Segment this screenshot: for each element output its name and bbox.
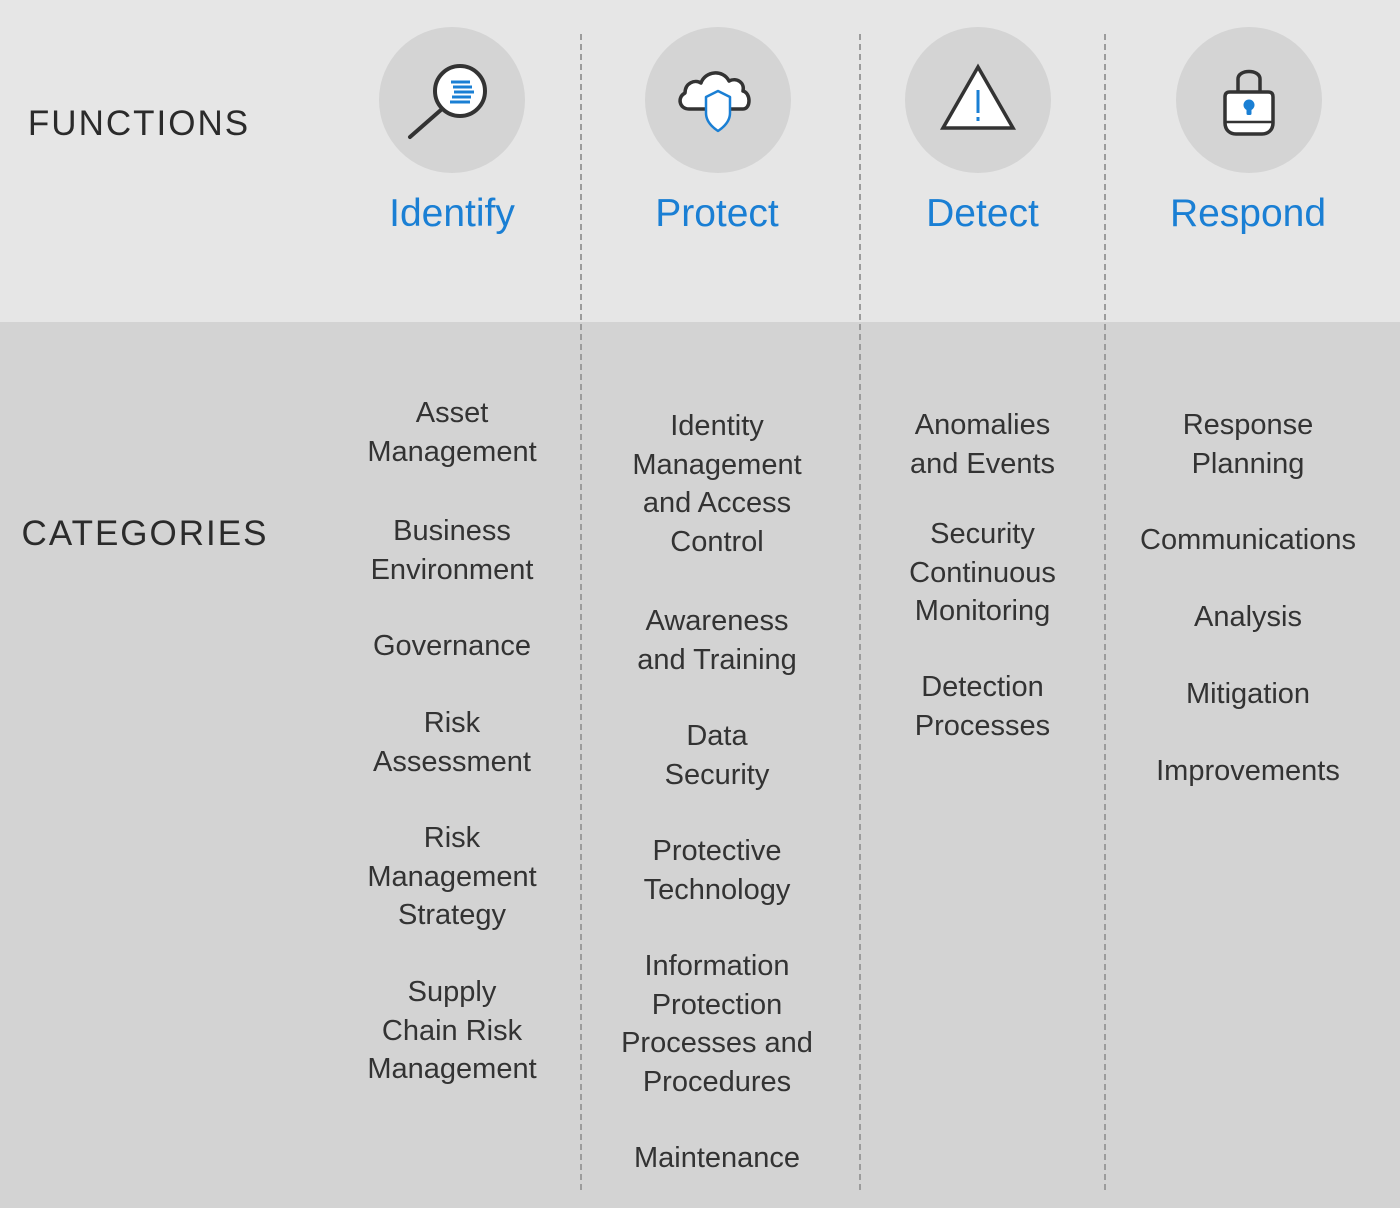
function-column-protect: Protect Identity Management and Access C… bbox=[582, 0, 852, 1208]
icon-circle bbox=[905, 27, 1051, 173]
category-item: Risk Management Strategy bbox=[367, 822, 537, 931]
category-item: Improvements bbox=[1156, 755, 1340, 787]
category-item: Governance bbox=[373, 630, 531, 662]
category-item: Awareness and Training bbox=[637, 605, 797, 676]
category-item: Anomalies and Events bbox=[909, 409, 1056, 480]
function-title-respond: Respond bbox=[1169, 192, 1327, 235]
category-item: Protective Technology bbox=[643, 835, 791, 906]
category-item: Supply Chain Risk Management bbox=[367, 976, 537, 1085]
cloud-shield-icon bbox=[678, 71, 751, 133]
category-item: Communications bbox=[1140, 524, 1356, 556]
categories-row-label: CATEGORIES bbox=[21, 514, 269, 553]
padlock-icon bbox=[1223, 69, 1275, 136]
category-item: Information Protection Processes and Pro… bbox=[621, 950, 813, 1098]
icon-circle bbox=[379, 27, 525, 173]
magnifier-document-icon bbox=[408, 64, 487, 139]
functions-row-label: FUNCTIONS bbox=[27, 104, 251, 143]
category-item: Maintenance bbox=[633, 1142, 801, 1174]
icon-circle bbox=[645, 27, 791, 173]
category-item: Mitigation bbox=[1185, 678, 1311, 710]
category-item: Identity Management and Access Control bbox=[632, 410, 802, 558]
icon-circle bbox=[1176, 27, 1322, 173]
category-item: Analysis bbox=[1194, 601, 1302, 633]
warning-triangle-icon bbox=[939, 63, 1017, 130]
category-item: Risk Assessment bbox=[373, 707, 531, 778]
category-item: Data Security bbox=[664, 720, 770, 791]
function-column-identify: Identify Asset Management Business Envir… bbox=[322, 0, 582, 1208]
function-column-respond: Respond Response Planning Communications… bbox=[1106, 0, 1390, 1208]
function-column-detect: Detect Anomalies and Events Security Con… bbox=[861, 0, 1104, 1208]
category-item: Asset Management bbox=[367, 397, 537, 468]
function-title-protect: Protect bbox=[655, 192, 779, 235]
category-item: Business Environment bbox=[370, 515, 534, 586]
function-title-identify: Identify bbox=[389, 192, 515, 235]
category-item: Detection Processes bbox=[914, 671, 1051, 742]
category-item: Response Planning bbox=[1182, 409, 1314, 480]
category-item: Security Continuous Monitoring bbox=[909, 518, 1056, 627]
function-title-detect: Detect bbox=[926, 192, 1039, 235]
